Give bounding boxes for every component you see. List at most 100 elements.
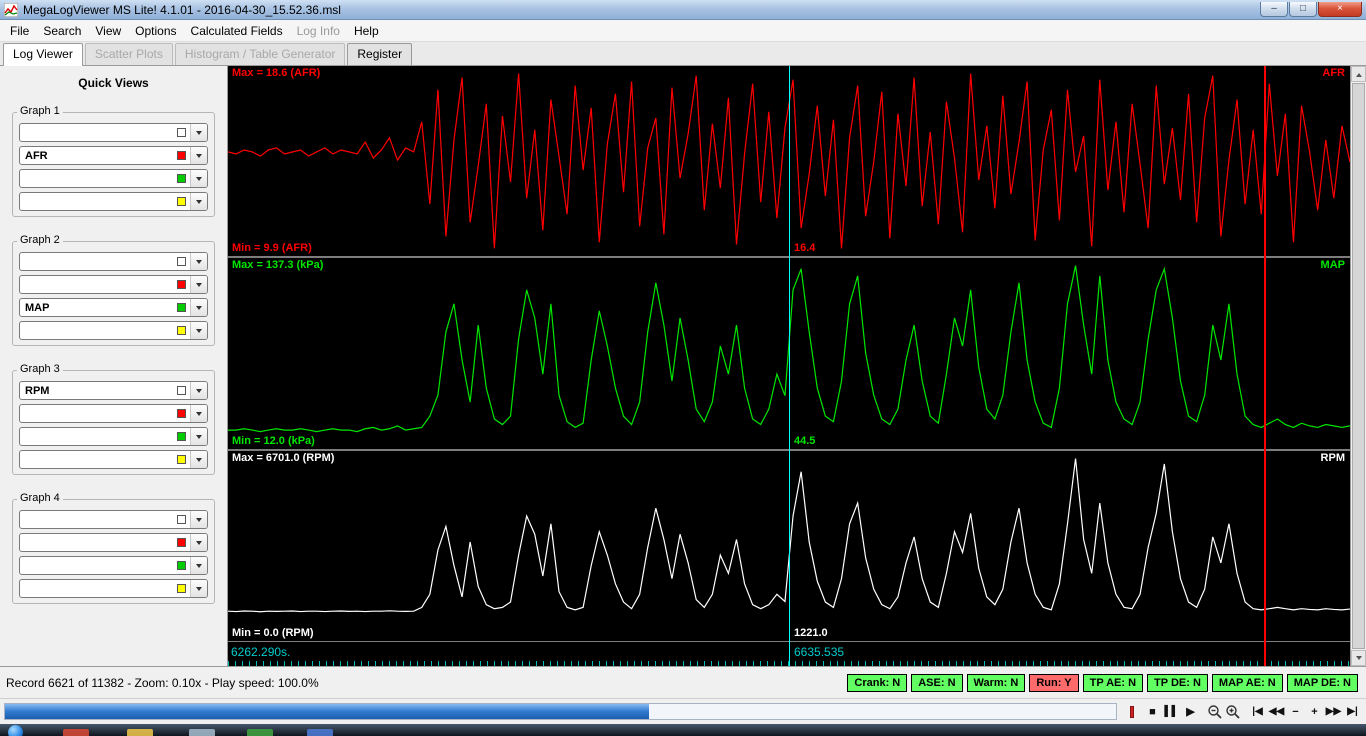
graph1-field-selector-3[interactable] — [19, 169, 208, 188]
rpm-min-label: Min = 0.0 (RPM) — [232, 627, 314, 639]
chevron-down-icon[interactable] — [190, 322, 207, 339]
graph2-label: Graph 2 — [17, 234, 63, 246]
color-swatch — [177, 280, 186, 289]
graph2-field-selector-3[interactable]: MAP — [19, 298, 208, 317]
status-badge-crank: Crank: N — [847, 674, 907, 692]
color-swatch — [177, 409, 186, 418]
zoom-in-icon[interactable] — [1225, 704, 1241, 720]
record-marker-line[interactable] — [1264, 66, 1266, 666]
taskbar-app-2[interactable] — [127, 729, 153, 736]
record-status-text: Record 6621 of 11382 - Zoom: 0.10x - Pla… — [6, 676, 319, 690]
graph3-field-selector-3[interactable] — [19, 427, 208, 446]
chevron-down-icon[interactable] — [190, 253, 207, 270]
app-logo-icon — [4, 3, 18, 17]
graph2-field-selector-2[interactable] — [19, 275, 208, 294]
chevron-down-icon[interactable] — [190, 534, 207, 551]
graph3-field-selector-2[interactable] — [19, 404, 208, 423]
graph1-field-selector-1[interactable] — [19, 123, 208, 142]
menu-calculated-fields[interactable]: Calculated Fields — [184, 21, 290, 41]
menu-options[interactable]: Options — [128, 21, 183, 41]
chevron-down-icon[interactable] — [190, 276, 207, 293]
play-button[interactable]: ▶ — [1181, 703, 1200, 721]
quick-views-title: Quick Views — [0, 76, 227, 90]
skip-end-button[interactable]: ▶| — [1343, 703, 1362, 721]
chevron-down-icon[interactable] — [190, 124, 207, 141]
chevron-down-icon[interactable] — [190, 451, 207, 468]
tab-register[interactable]: Register — [347, 43, 412, 65]
step-minus-button[interactable]: − — [1286, 703, 1305, 721]
scrollbar-thumb[interactable] — [1352, 83, 1365, 649]
charts-column[interactable]: Max = 18.6 (AFR) Min = 9.9 (AFR) AFR 16.… — [228, 66, 1350, 666]
playback-cursor-line[interactable] — [789, 66, 790, 666]
graph4-field-selector-3[interactable] — [19, 556, 208, 575]
chevron-down-icon[interactable] — [190, 170, 207, 187]
color-swatch — [177, 538, 186, 547]
graph4-field-selector-4[interactable] — [19, 579, 208, 598]
chevron-down-icon[interactable] — [190, 557, 207, 574]
graph4-field-selector-2[interactable] — [19, 533, 208, 552]
chevron-down-icon[interactable] — [190, 382, 207, 399]
pause-button[interactable]: ▌▌ — [1162, 703, 1181, 721]
stop-button[interactable]: ■ — [1143, 703, 1162, 721]
tab-scatter-plots: Scatter Plots — [85, 43, 173, 65]
taskbar-app-5[interactable] — [307, 729, 333, 736]
chevron-down-icon[interactable] — [190, 147, 207, 164]
zoom-out-icon[interactable] — [1207, 704, 1223, 720]
menu-file[interactable]: File — [3, 21, 36, 41]
menu-help[interactable]: Help — [347, 21, 386, 41]
color-swatch — [177, 197, 186, 206]
chevron-down-icon[interactable] — [190, 299, 207, 316]
maximize-button[interactable]: □ — [1289, 2, 1317, 17]
taskbar-app-3[interactable] — [189, 729, 215, 736]
application-window: MegaLogViewer MS Lite! 4.1.01 - 2016-04-… — [0, 0, 1366, 736]
menu-log-info: Log Info — [290, 21, 347, 41]
graph2-field-selector-1[interactable] — [19, 252, 208, 271]
start-button[interactable] — [8, 725, 23, 736]
chevron-down-icon[interactable] — [190, 405, 207, 422]
color-swatch — [177, 257, 186, 266]
window-title: MegaLogViewer MS Lite! 4.1.01 - 2016-04-… — [23, 3, 341, 17]
step-plus-button[interactable]: + — [1305, 703, 1324, 721]
graph2-field-selector-4[interactable] — [19, 321, 208, 340]
minimize-button[interactable]: – — [1260, 2, 1288, 17]
graph1-field-selector-4[interactable] — [19, 192, 208, 211]
chevron-down-icon[interactable] — [190, 580, 207, 597]
fast-forward-button[interactable]: ▶▶ — [1324, 703, 1343, 721]
rpm-max-label: Max = 6701.0 (RPM) — [232, 452, 334, 464]
windows-taskbar[interactable] — [0, 724, 1366, 736]
graph3-field-selector-1[interactable]: RPM — [19, 381, 208, 400]
menu-view[interactable]: View — [88, 21, 128, 41]
graph3-field-selector-4[interactable] — [19, 450, 208, 469]
rpm-cursor-value: 1221.0 — [794, 627, 828, 639]
color-swatch — [177, 584, 186, 593]
graph4-field-selector-1[interactable] — [19, 510, 208, 529]
graph1-group: Graph 1 AFR — [12, 94, 215, 217]
engine-status-badges: Crank: N ASE: N Warm: N Run: Y TP AE: N … — [847, 674, 1360, 692]
chevron-down-icon[interactable] — [190, 511, 207, 528]
playback-bar: ■ ▌▌ ▶ |◀ ◀◀ − + ▶▶ ▶| — [0, 698, 1366, 724]
graph3-label: Graph 3 — [17, 363, 63, 375]
title-bar[interactable]: MegaLogViewer MS Lite! 4.1.01 - 2016-04-… — [0, 0, 1366, 20]
close-button[interactable]: × — [1318, 2, 1362, 17]
scroll-up-icon[interactable] — [1351, 66, 1366, 82]
tab-log-viewer[interactable]: Log Viewer — [3, 43, 83, 66]
graph3-group: Graph 3 RPM — [12, 352, 215, 475]
map-min-label: Min = 12.0 (kPa) — [232, 435, 315, 447]
chevron-down-icon[interactable] — [190, 428, 207, 445]
taskbar-app-4[interactable] — [247, 729, 273, 736]
chart-vertical-scrollbar[interactable] — [1350, 66, 1366, 666]
rewind-button[interactable]: ◀◀ — [1267, 703, 1286, 721]
timeline-cursor-label: 6635.535 — [794, 645, 844, 659]
taskbar-app-1[interactable] — [63, 729, 89, 736]
skip-start-button[interactable]: |◀ — [1248, 703, 1267, 721]
speed-slider[interactable] — [1125, 704, 1139, 720]
speed-slider-thumb[interactable] — [1130, 706, 1134, 718]
graph1-field-selector-2[interactable]: AFR — [19, 146, 208, 165]
scroll-down-icon[interactable] — [1351, 650, 1366, 666]
menu-search[interactable]: Search — [36, 21, 88, 41]
color-swatch — [177, 128, 186, 137]
afr-series-label: AFR — [1322, 67, 1345, 79]
chevron-down-icon[interactable] — [190, 193, 207, 210]
log-position-scrollbar[interactable] — [4, 703, 1117, 720]
color-swatch — [177, 561, 186, 570]
